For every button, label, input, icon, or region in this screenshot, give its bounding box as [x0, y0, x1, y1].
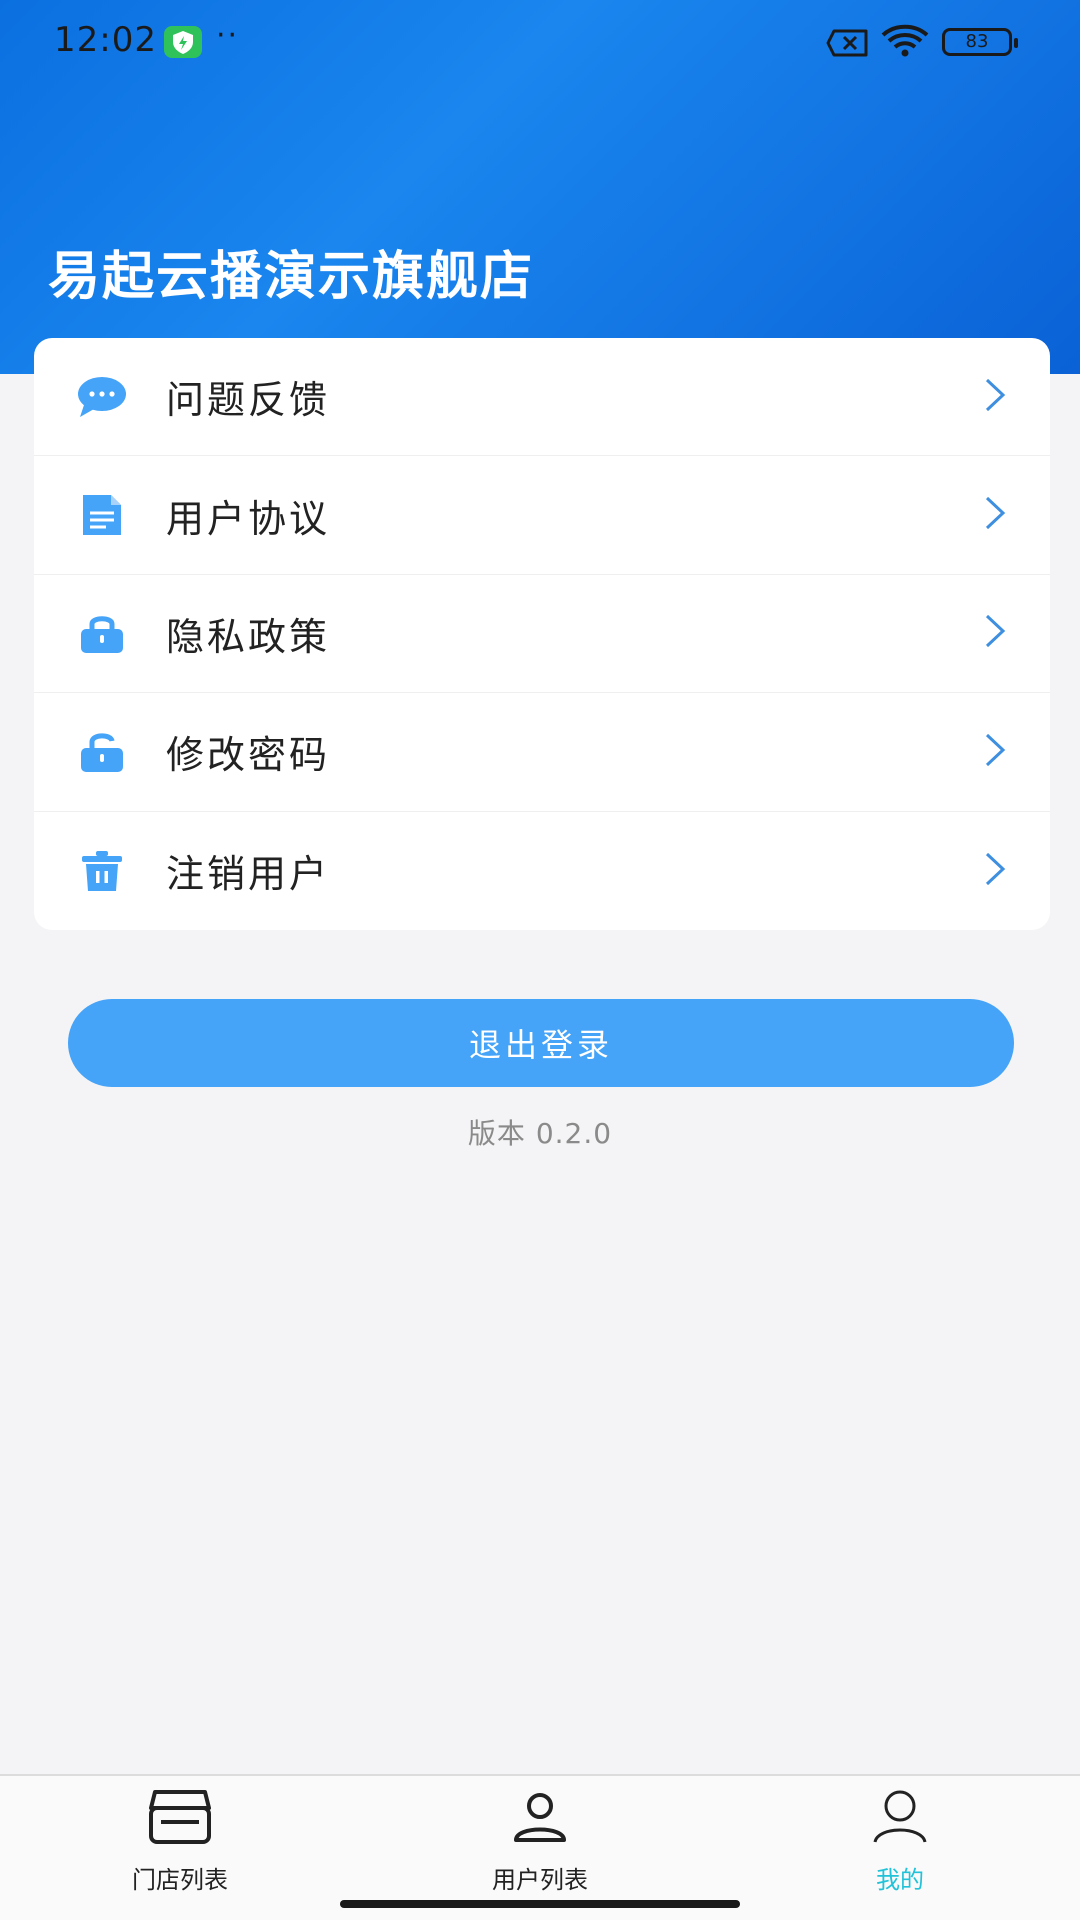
menu-item-label: 注销用户 [166, 852, 331, 897]
bottom-tab-bar: 门店列表 用户列表 我的 [0, 1774, 1080, 1920]
chevron-right-icon [984, 495, 1006, 535]
home-indicator[interactable] [340, 1900, 740, 1908]
profile-icon [872, 1788, 928, 1850]
store-icon [147, 1788, 213, 1850]
tab-label: 用户列表 [492, 1866, 588, 1894]
lock-icon [76, 607, 128, 659]
chevron-right-icon [984, 851, 1006, 891]
status-bar: 12:02 ·· 83 [0, 0, 1080, 84]
store-title: 易起云播演示旗舰店 [48, 247, 535, 307]
logout-button[interactable]: 退出登录 [68, 999, 1014, 1087]
status-time: 12:02 [54, 20, 157, 60]
unlock-icon [76, 726, 128, 778]
chevron-right-icon [984, 377, 1006, 417]
tab-store-list[interactable]: 门店列表 [0, 1776, 360, 1896]
document-icon [76, 489, 128, 541]
wifi-icon [880, 24, 930, 62]
tab-label: 门店列表 [132, 1866, 228, 1894]
chevron-right-icon [984, 613, 1006, 653]
tab-label: 我的 [876, 1866, 924, 1894]
battery-icon: 83 [942, 28, 1018, 56]
menu-item-user-agreement[interactable]: 用户协议 [34, 456, 1050, 575]
notification-dots: ·· [216, 18, 240, 53]
menu-item-label: 隐私政策 [166, 614, 331, 659]
user-icon [512, 1788, 568, 1850]
sim-off-icon [826, 28, 870, 62]
settings-menu: 问题反馈 用户协议 隐私政策 修改密码 注销用户 [34, 338, 1050, 930]
menu-item-delete-account[interactable]: 注销用户 [34, 812, 1050, 930]
menu-item-privacy-policy[interactable]: 隐私政策 [34, 575, 1050, 694]
menu-item-label: 用户协议 [166, 496, 331, 541]
menu-item-change-password[interactable]: 修改密码 [34, 693, 1050, 812]
trash-icon [76, 845, 128, 897]
version-text: 版本 0.2.0 [467, 1117, 613, 1150]
tab-user-list[interactable]: 用户列表 [360, 1776, 720, 1896]
shield-icon [164, 26, 202, 58]
menu-item-feedback[interactable]: 问题反馈 [34, 338, 1050, 457]
tab-mine[interactable]: 我的 [720, 1776, 1080, 1896]
menu-item-label: 问题反馈 [166, 378, 331, 423]
chat-bubble-icon [76, 371, 128, 423]
menu-item-label: 修改密码 [166, 733, 331, 778]
chevron-right-icon [984, 732, 1006, 772]
